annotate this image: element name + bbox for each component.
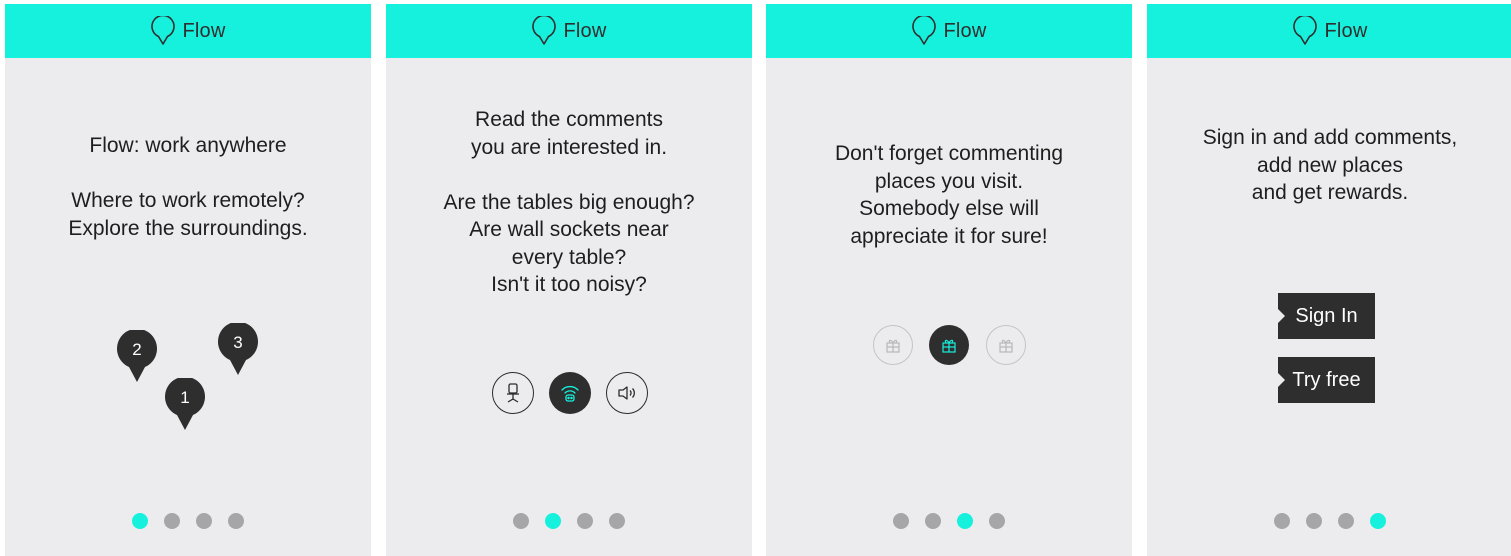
map-pin-number: 2 <box>132 340 142 359</box>
location-pin-logo-icon <box>1293 16 1318 45</box>
intro-text: Flow: work anywhere Where to work remote… <box>5 132 371 242</box>
onboarding-screen-1: Flow Flow: work anywhere Where to work r… <box>5 4 371 556</box>
page-indicator <box>1147 513 1511 529</box>
page-dot-4[interactable] <box>1370 513 1386 529</box>
text-line: appreciate it for sure! <box>850 224 1048 248</box>
speaker-icon[interactable] <box>606 372 648 414</box>
location-pin-logo-icon <box>912 16 937 45</box>
text-line: Are wall sockets near <box>469 218 669 241</box>
page-dot-4[interactable] <box>989 513 1005 529</box>
gift-icon[interactable] <box>929 325 969 365</box>
text-line: you are interested in. <box>470 135 668 159</box>
top-bar: Flow <box>1147 4 1511 58</box>
text-line: Read the comments <box>475 108 663 131</box>
page-dot-3[interactable] <box>1338 513 1354 529</box>
location-pin-logo-icon <box>532 16 557 45</box>
text-line: every table? <box>511 245 627 269</box>
comments-text: Read the comments you are interested in.… <box>386 106 752 299</box>
onboarding-screen-4: Flow Sign in and add comments, add new p… <box>1147 4 1511 556</box>
page-dot-2[interactable] <box>1306 513 1322 529</box>
page-indicator <box>386 513 752 529</box>
page-dot-1[interactable] <box>513 513 529 529</box>
signin-text: Sign in and add comments, add new places… <box>1147 124 1511 207</box>
app-title: Flow <box>563 19 607 42</box>
commenting-text: Don't forget commenting places you visit… <box>766 140 1132 250</box>
page-indicator <box>5 513 371 529</box>
page-dot-1[interactable] <box>893 513 909 529</box>
app-title: Flow <box>943 19 987 42</box>
app-title: Flow <box>182 19 226 42</box>
text-line: Isn't it too noisy? <box>491 273 647 296</box>
top-bar: Flow <box>386 4 752 58</box>
location-pin-logo-icon <box>151 16 176 45</box>
text-line: and get rewards. <box>1251 181 1409 204</box>
page-dot-2[interactable] <box>545 513 561 529</box>
map-pin-number: 3 <box>233 333 243 352</box>
page-dot-3[interactable] <box>957 513 973 529</box>
text-line: Somebody else will <box>859 197 1039 220</box>
page-dot-4[interactable] <box>609 513 625 529</box>
app-brand: Flow <box>150 16 225 46</box>
page-dot-1[interactable] <box>1274 513 1290 529</box>
app-brand: Flow <box>911 16 986 46</box>
page-dot-2[interactable] <box>164 513 180 529</box>
text-line-spacer <box>386 161 752 189</box>
try-free-button[interactable]: Try free <box>1278 357 1375 403</box>
app-title: Flow <box>1324 19 1368 42</box>
app-brand: Flow <box>1292 16 1367 46</box>
wifi-icon[interactable] <box>549 372 591 414</box>
page-dot-1[interactable] <box>132 513 148 529</box>
map-pin-2[interactable]: 2 <box>117 330 157 382</box>
page-dot-4[interactable] <box>228 513 244 529</box>
text-line: add new places <box>1257 153 1403 177</box>
onboarding-screen-2: Flow Read the comments you are intereste… <box>386 4 752 556</box>
text-line: places you visit. <box>874 169 1024 193</box>
page-dot-3[interactable] <box>196 513 212 529</box>
page-dot-3[interactable] <box>577 513 593 529</box>
map-pin-3[interactable]: 3 <box>218 323 258 375</box>
text-line: Where to work remotely? <box>71 189 305 212</box>
map-pin-number: 1 <box>180 388 190 407</box>
text-line: Sign in and add comments, <box>1202 126 1458 149</box>
text-line: Don't forget commenting <box>834 142 1064 165</box>
gift-icon[interactable] <box>873 325 913 365</box>
page-indicator <box>766 513 1132 529</box>
text-line: Are the tables big enough? <box>443 190 695 214</box>
gift-icon[interactable] <box>986 325 1026 365</box>
top-bar: Flow <box>5 4 371 58</box>
top-bar: Flow <box>766 4 1132 58</box>
sign-in-button[interactable]: Sign In <box>1278 293 1375 339</box>
map-pin-1[interactable]: 1 <box>165 378 205 430</box>
page-dot-2[interactable] <box>925 513 941 529</box>
text-line: Flow: work anywhere <box>89 134 287 157</box>
chair-icon[interactable] <box>492 372 534 414</box>
app-brand: Flow <box>531 16 606 46</box>
text-line: Explore the surroundings. <box>68 216 308 240</box>
onboarding-screen-3: Flow Don't forget commenting places you … <box>766 4 1132 556</box>
text-line-spacer <box>5 160 371 188</box>
